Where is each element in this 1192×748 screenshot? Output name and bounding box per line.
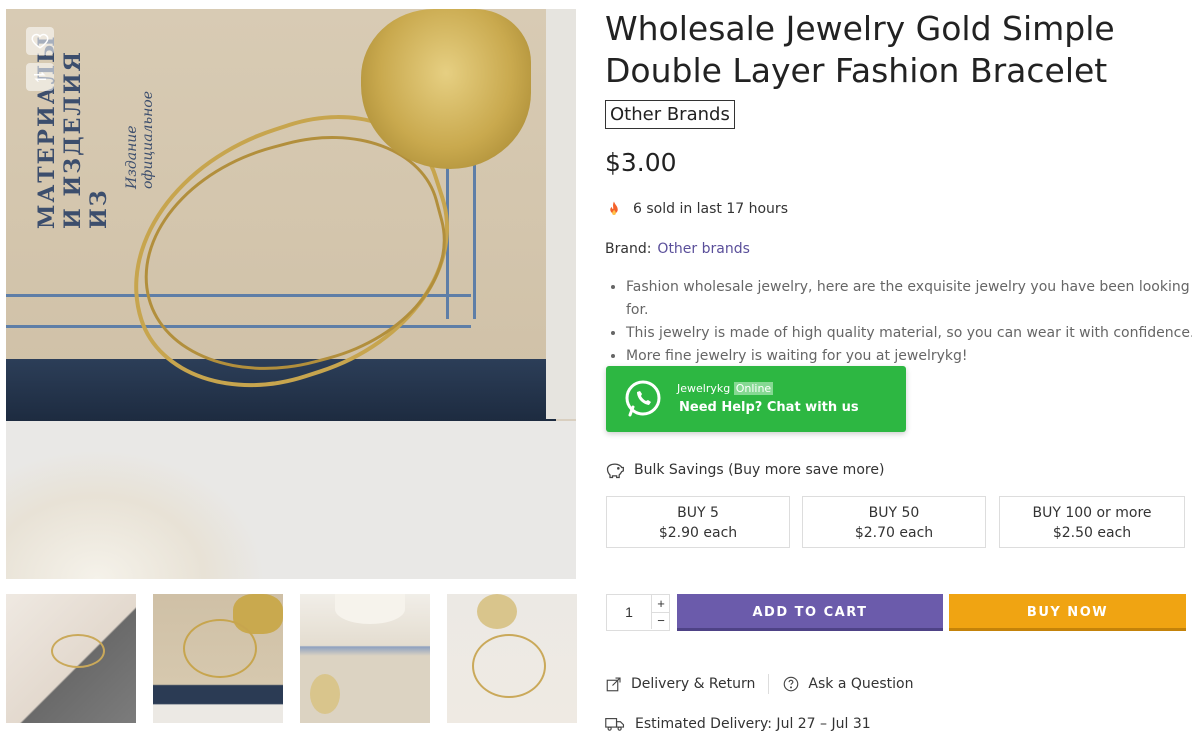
delivery-return-link[interactable]: Delivery & Return [605, 675, 755, 693]
quantity-input[interactable]: 1 [607, 595, 651, 630]
whatsapp-chat-button[interactable]: Jewelrykg Online Need Help? Chat with us [606, 366, 906, 432]
piggy-bank-icon [606, 463, 624, 479]
thumbnail-4[interactable] [447, 594, 577, 723]
tier-qty: BUY 50 [868, 505, 920, 521]
compare-icon[interactable] [26, 63, 54, 91]
heart-icon[interactable] [26, 27, 54, 55]
question-circle-icon [784, 676, 799, 692]
bulk-tier-50[interactable]: BUY 50 $2.70 each [802, 496, 986, 548]
product-title: Wholesale Jewelry Gold Simple Double Lay… [605, 9, 1115, 90]
tier-price: $2.70 each [854, 525, 934, 541]
online-status: Online [733, 382, 774, 395]
bulk-title-text: Bulk Savings (Buy more save more) [634, 462, 885, 478]
feature-list: Fashion wholesale jewelry, here are the … [605, 276, 1192, 368]
estimated-delivery: Estimated Delivery: Jul 27 – Jul 31 [605, 716, 871, 732]
link-divider [768, 674, 770, 694]
ask-question-link[interactable]: Ask a Question [782, 675, 913, 693]
thumbnail-1[interactable] [6, 594, 136, 723]
truck-icon [605, 718, 625, 731]
delivery-return-label: Delivery & Return [631, 676, 756, 692]
bulk-savings-title: Bulk Savings (Buy more save more) [605, 461, 884, 479]
brand-label: Brand: [605, 241, 652, 257]
share-box-icon [606, 677, 621, 692]
thumbnail-2[interactable] [153, 594, 283, 723]
fire-icon [610, 201, 618, 215]
buy-now-button[interactable]: BUY NOW [949, 594, 1186, 631]
thumbnail-3[interactable] [300, 594, 430, 723]
add-to-cart-button[interactable]: ADD TO CART [677, 594, 943, 631]
estimated-delivery-text: Estimated Delivery: Jul 27 – Jul 31 [635, 716, 871, 732]
tier-qty: BUY 5 [677, 505, 719, 521]
quantity-increase-button[interactable]: + [651, 595, 670, 613]
sold-text: 6 sold in last 17 hours [633, 201, 788, 217]
sold-counter: 6 sold in last 17 hours [605, 200, 788, 218]
coral-decor [6, 449, 266, 579]
feature-item: This jewelry is made of high quality mat… [626, 322, 1192, 345]
whatsapp-name: Jewelrykg [677, 382, 731, 395]
tier-price: $2.90 each [658, 525, 738, 541]
info-links: Delivery & Return Ask a Question [605, 674, 913, 694]
quantity-decrease-button[interactable]: − [651, 612, 670, 629]
book-subtitle-text: Издание официальное [124, 90, 156, 189]
bulk-tier-5[interactable]: BUY 5 $2.90 each [606, 496, 790, 548]
whatsapp-cta: Need Help? Chat with us [679, 400, 859, 415]
whatsapp-icon [625, 380, 661, 417]
main-product-image[interactable]: МАТЕРИАЛЫ И ИЗДЕЛИЯ ИЗ Издание официальн… [6, 9, 576, 579]
brand-line: Brand: Other brands [605, 241, 750, 257]
book-title-text: МАТЕРИАЛЫ И ИЗДЕЛИЯ ИЗ [34, 34, 112, 229]
tier-qty: BUY 100 or more [1032, 505, 1152, 521]
brand-link[interactable]: Other brands [657, 241, 749, 257]
feature-item: Fashion wholesale jewelry, here are the … [626, 276, 1192, 322]
feature-item: More fine jewelry is waiting for you at … [626, 345, 1192, 368]
product-price: $3.00 [605, 148, 677, 177]
ask-question-label: Ask a Question [808, 676, 914, 692]
tier-price: $2.50 each [1052, 525, 1132, 541]
bulk-tier-100[interactable]: BUY 100 or more $2.50 each [999, 496, 1185, 548]
brand-badge[interactable]: Other Brands [605, 100, 735, 129]
whatsapp-account: Jewelrykg Online [677, 382, 774, 395]
book-page-edge [546, 9, 576, 419]
quantity-stepper: 1 + − [606, 594, 670, 631]
